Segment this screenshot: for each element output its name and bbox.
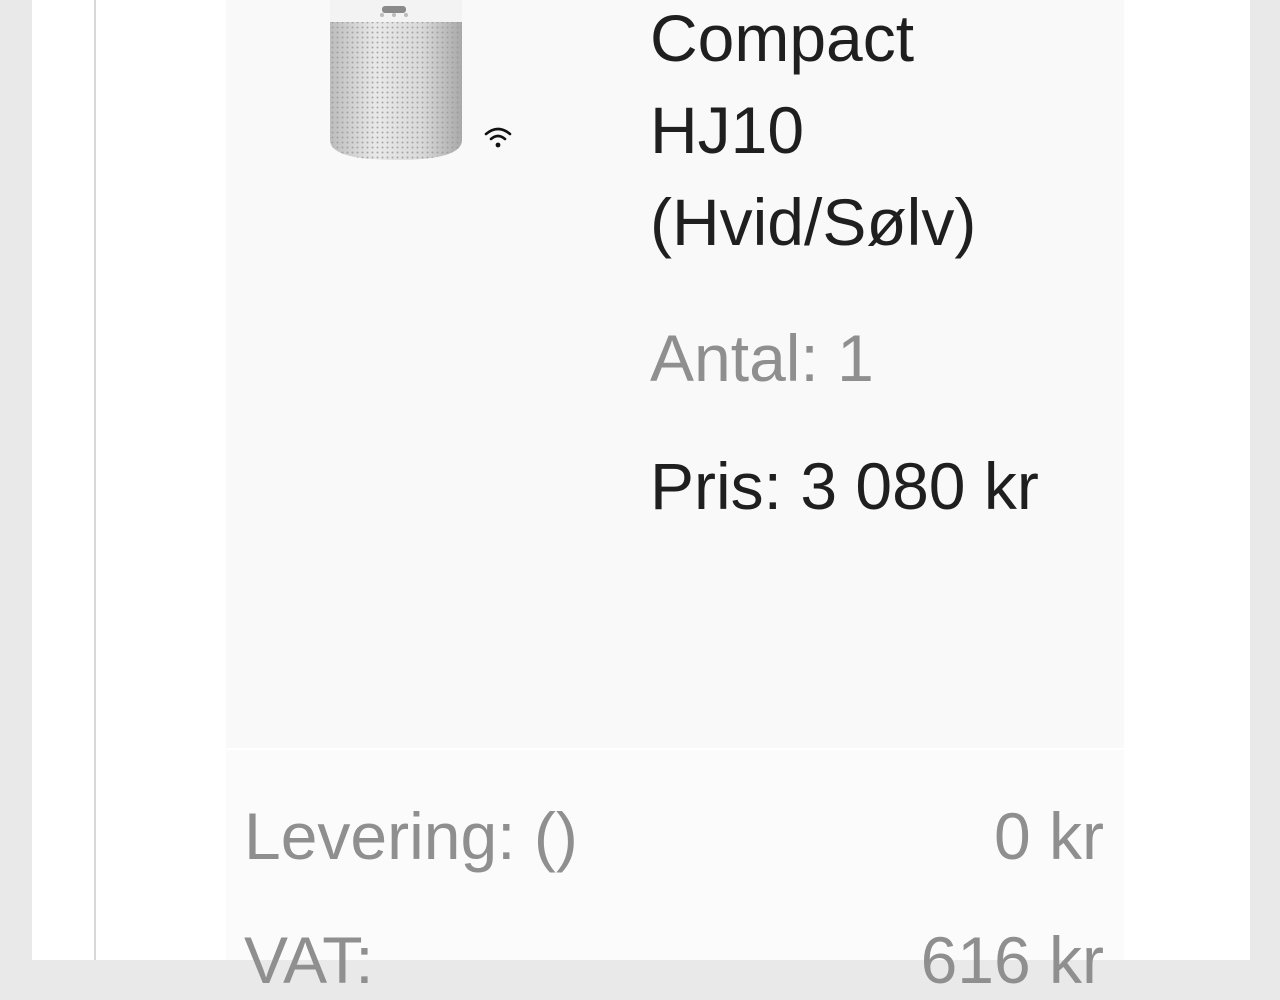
quantity-text: Antal: 1 [650, 321, 874, 395]
product-name[interactable]: Compact HJ10 (Hvid/Sølv) [650, 0, 1100, 268]
vat-value: 616 kr [920, 923, 1104, 997]
product-name-line: Compact [650, 1, 915, 75]
vat-row: VAT: 616 kr [244, 920, 1104, 1000]
delivery-value: 0 kr [993, 799, 1104, 873]
delivery-label: Levering: () [244, 799, 578, 873]
price-text: Pris: 3 080 kr [650, 449, 1039, 523]
product-image[interactable] [320, 0, 520, 170]
product-name-line: HJ10 [650, 93, 805, 167]
vat-label: VAT: [244, 923, 374, 997]
product-name-line: (Hvid/Sølv) [650, 185, 977, 259]
delivery-row: Levering: () 0 kr [244, 796, 1104, 876]
air-purifier-image [330, 0, 512, 160]
wifi-icon [484, 127, 512, 148]
